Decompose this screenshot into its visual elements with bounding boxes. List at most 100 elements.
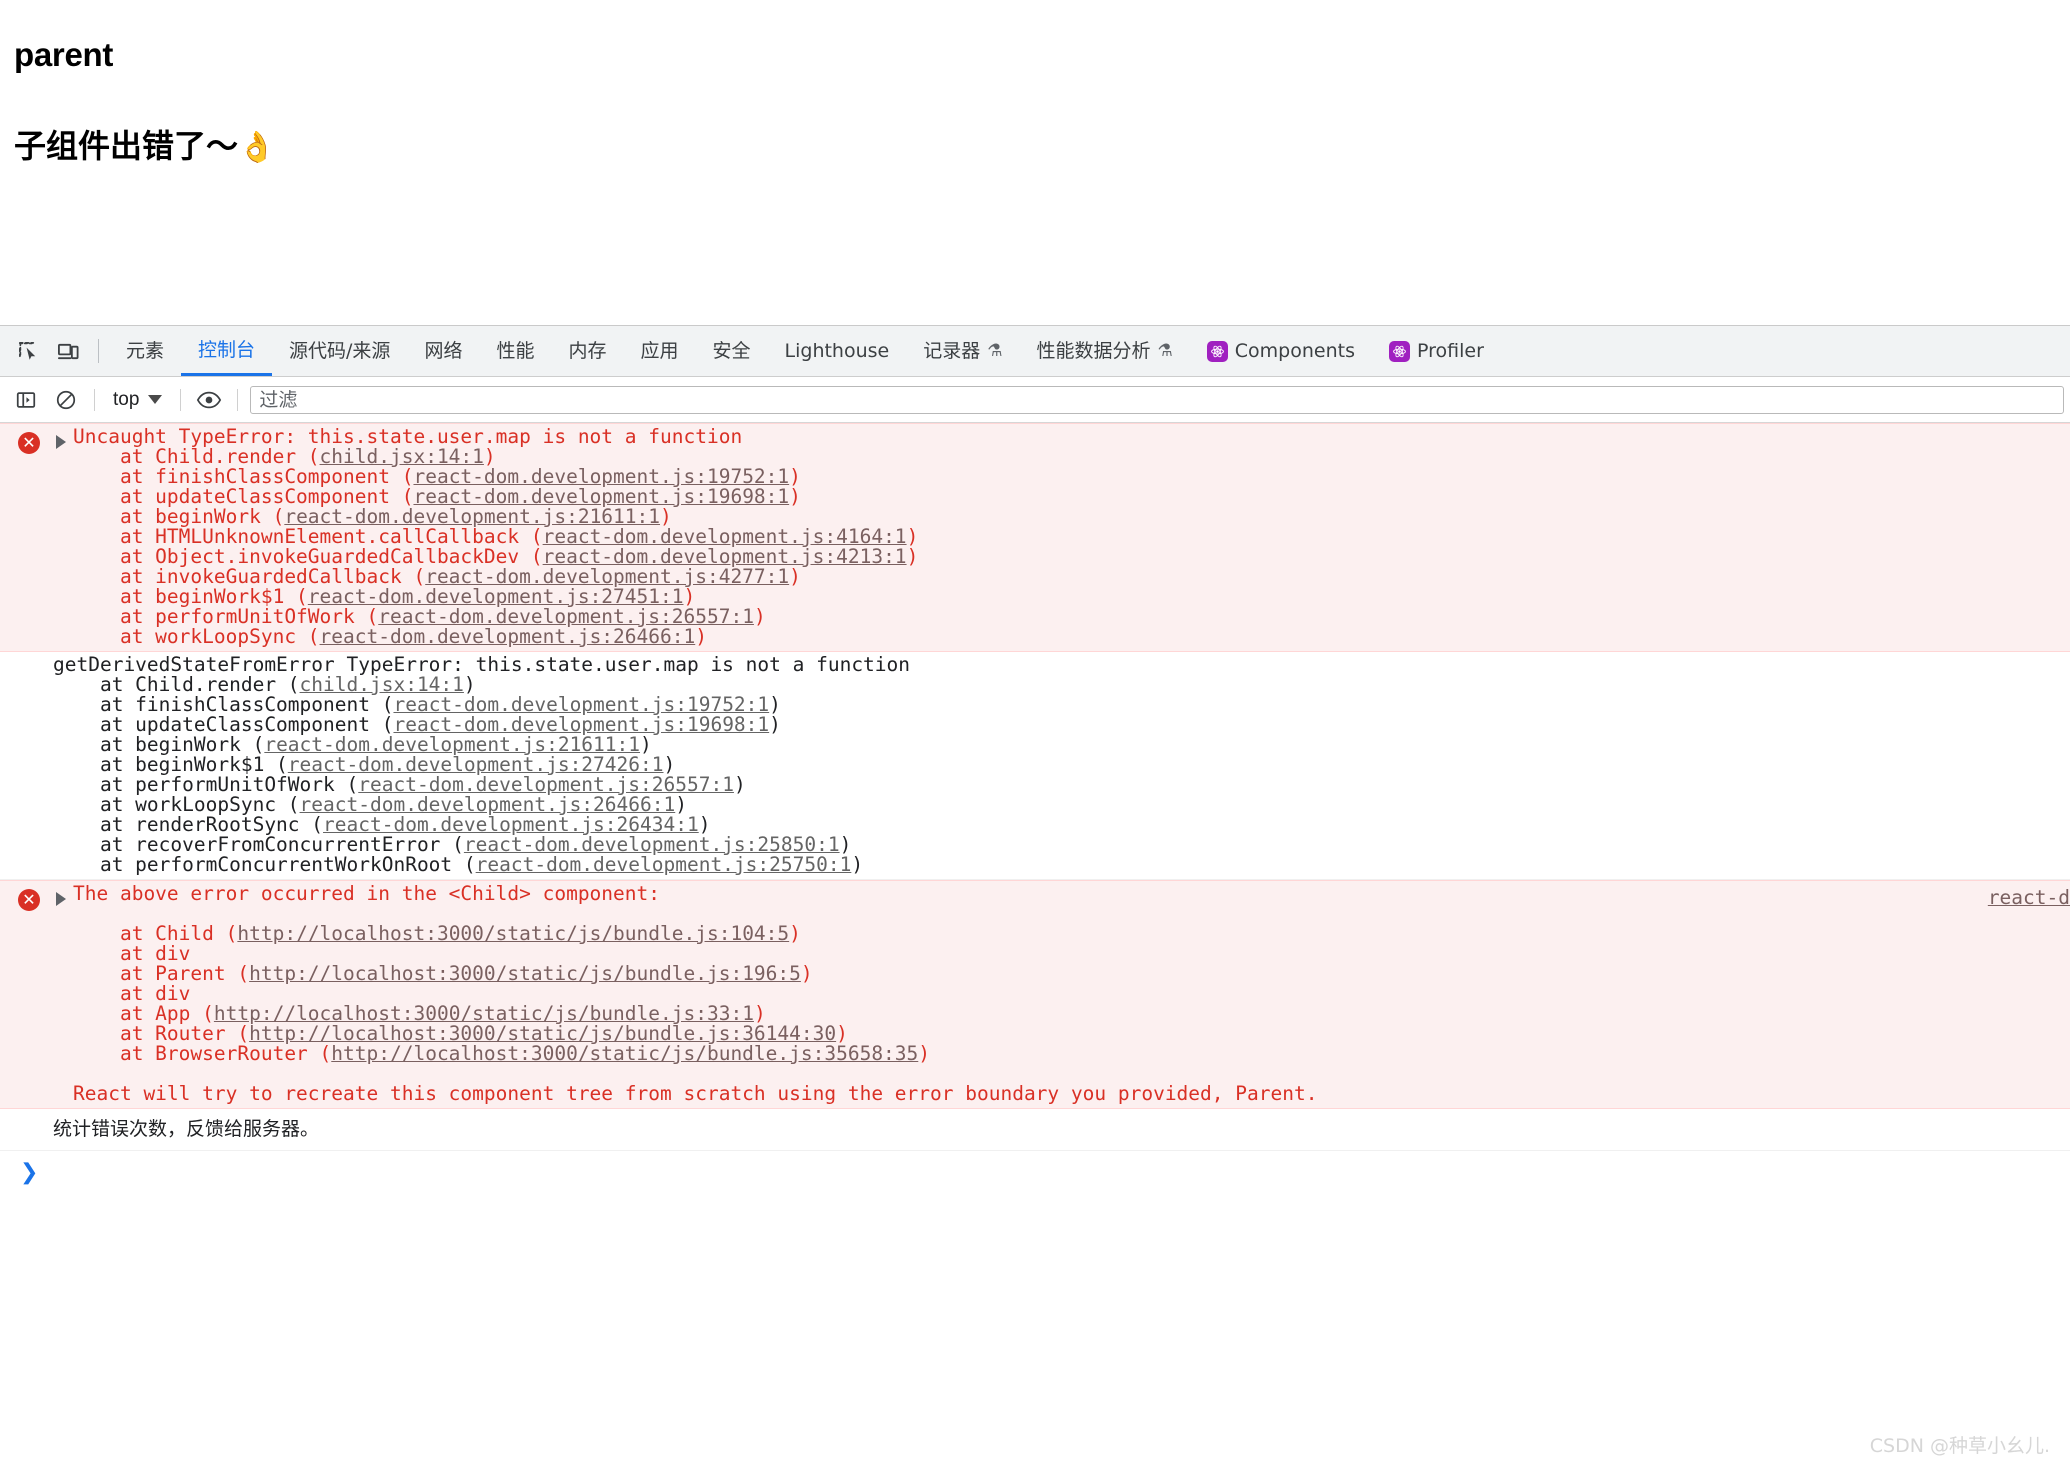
tab-application[interactable]: 应用 [623, 326, 695, 376]
react-logo-icon [1206, 340, 1228, 362]
message-body: Uncaught TypeError: this.state.user.map … [0, 427, 2070, 647]
devtools-panel: 元素 控制台 源代码/来源 网络 性能 内存 应用 安全 Lighthouse … [0, 325, 2070, 1470]
tab-label: Profiler [1416, 340, 1484, 362]
source-location-link[interactable]: http://localhost:3000/static/js/bundle.j… [249, 962, 801, 985]
stack-frame: at updateClassComponent (react-dom.devel… [73, 485, 801, 508]
stack-frame: at beginWork (react-dom.development.js:2… [73, 505, 672, 528]
source-location-link[interactable]: react-dom.development.js:25750:1 [476, 853, 852, 876]
toolbar-divider [237, 388, 239, 411]
flask-icon: ⚗ [987, 341, 1003, 361]
tab-sources[interactable]: 源代码/来源 [272, 326, 407, 376]
stack-frame: at performUnitOfWork (react-dom.developm… [53, 773, 746, 796]
execution-context-value: top [113, 388, 140, 410]
console-output[interactable]: ✕ Uncaught TypeError: this.state.user.map… [0, 423, 2070, 1470]
stack-frame: at performConcurrentWorkOnRoot (react-do… [53, 853, 864, 876]
console-message[interactable]: ✕ react-d The above error occurred in the … [0, 880, 2070, 1109]
expand-triangle-icon[interactable] [56, 435, 66, 449]
message-header: The above error occurred in the <Child> … [73, 882, 660, 905]
tab-label: 源代码/来源 [289, 340, 391, 362]
error-boundary-text: 子组件出错了～ [14, 127, 239, 165]
tab-memory[interactable]: 内存 [551, 326, 623, 376]
chevron-down-icon [148, 395, 163, 404]
error-boundary-message: 子组件出错了～👌 [14, 74, 2070, 167]
stack-frame: at finishClassComponent (react-dom.devel… [73, 465, 801, 488]
console-log-message[interactable]: 统计错误次数，反馈给服务器。 [0, 1109, 2070, 1151]
watermark: CSDN @种草小幺儿. [1869, 1435, 2050, 1457]
message-header: Uncaught TypeError: this.state.user.map … [73, 425, 743, 448]
tab-lighthouse[interactable]: Lighthouse [768, 326, 907, 376]
tab-security[interactable]: 安全 [696, 326, 768, 376]
tab-components[interactable]: Components [1190, 326, 1372, 376]
execution-context-selector[interactable]: top [103, 383, 172, 417]
console-prompt[interactable]: ❯ [0, 1151, 2070, 1185]
source-location-link[interactable]: http://localhost:3000/static/js/bundle.j… [237, 922, 789, 945]
tab-label: 网络 [424, 340, 463, 362]
tab-elements[interactable]: 元素 [109, 326, 181, 376]
toolbar-divider [94, 388, 95, 411]
error-icon: ✕ [18, 432, 40, 454]
console-sidebar-toggle-icon[interactable] [6, 380, 46, 420]
stack-frame: React will try to recreate this componen… [73, 1082, 1318, 1105]
message-header: getDerivedStateFromError TypeError: this… [53, 653, 911, 676]
tab-label: 内存 [568, 340, 607, 362]
error-icon: ✕ [18, 889, 40, 911]
stack-frame: at beginWork (react-dom.development.js:2… [53, 733, 652, 756]
stack-frame: at BrowserRouter (http://localhost:3000/… [73, 1042, 931, 1065]
tab-network[interactable]: 网络 [407, 326, 479, 376]
stack-frame: at Object.invokeGuardedCallbackDev (reac… [73, 545, 919, 568]
stack-frame: at div [73, 942, 191, 965]
tab-label: 安全 [712, 340, 751, 362]
stack-frame [73, 1064, 2060, 1084]
stack-frame: at updateClassComponent (react-dom.devel… [53, 713, 781, 736]
device-toolbar-icon[interactable] [48, 331, 88, 371]
tabbar-divider [98, 339, 99, 363]
stack-frame: at Router (http://localhost:3000/static/… [73, 1022, 848, 1045]
toolbar-divider [180, 388, 182, 411]
stack-frame: at workLoopSync (react-dom.development.j… [73, 625, 707, 648]
page-title: parent [14, 36, 114, 73]
react-logo-icon [1388, 340, 1410, 362]
source-location-link[interactable]: http://localhost:3000/static/js/bundle.j… [331, 1042, 918, 1065]
stack-frame: at beginWork$1 (react-dom.development.js… [53, 753, 676, 776]
stack-frame: at HTMLUnknownElement.callCallback (reac… [73, 525, 919, 548]
clear-console-icon[interactable] [46, 380, 86, 420]
stack-frame: at div [73, 982, 191, 1005]
flask-icon: ⚗ [1157, 341, 1173, 361]
live-expression-eye-icon[interactable] [189, 380, 229, 420]
tab-label: Lighthouse [784, 340, 890, 362]
tab-label: 元素 [126, 340, 165, 362]
devtools-tabbar: 元素 控制台 源代码/来源 网络 性能 内存 应用 安全 Lighthouse … [0, 326, 2070, 377]
stack-frame: at workLoopSync (react-dom.development.j… [53, 793, 687, 816]
tab-label: Components [1234, 340, 1355, 362]
tab-performance-insights[interactable]: 性能数据分析 ⚗ [1020, 326, 1190, 376]
tab-performance[interactable]: 性能 [479, 326, 551, 376]
tab-label: 应用 [640, 340, 679, 362]
message-body: getDerivedStateFromError TypeError: this… [0, 655, 2070, 875]
source-location-link[interactable]: react-dom.development.js:26466:1 [320, 625, 696, 648]
stack-frame: at renderRootSync (react-dom.development… [53, 813, 711, 836]
console-filter-input[interactable] [250, 385, 2064, 414]
prompt-chevron-icon: ❯ [20, 1160, 39, 1185]
console-toolbar: top [0, 377, 2070, 423]
inspect-element-icon[interactable] [8, 331, 48, 371]
stack-frame: at performUnitOfWork (react-dom.developm… [73, 605, 766, 628]
tab-label: 记录器 [923, 340, 981, 362]
tab-label: 性能 [496, 340, 535, 362]
tab-console[interactable]: 控制台 [181, 326, 273, 376]
log-text: 统计错误次数，反馈给服务器。 [53, 1118, 320, 1140]
tab-recorder[interactable]: 记录器 ⚗ [906, 326, 1019, 376]
tab-profiler[interactable]: Profiler [1372, 326, 1501, 376]
stack-frame: at Parent (http://localhost:3000/static/… [73, 962, 813, 985]
stack-frame: at App (http://localhost:3000/static/js/… [73, 1002, 766, 1025]
stack-frame [73, 904, 2060, 924]
stack-frame: at Child.render (child.jsx:14:1) [73, 445, 496, 468]
ok-hand-emoji-icon: 👌 [238, 130, 276, 165]
stack-frame: at Child.render (child.jsx:14:1) [53, 673, 476, 696]
stack-frame: at recoverFromConcurrentError (react-dom… [53, 833, 852, 856]
expand-triangle-icon[interactable] [56, 892, 66, 906]
tab-label: 控制台 [198, 338, 256, 361]
stack-frame: at finishClassComponent (react-dom.devel… [53, 693, 781, 716]
console-message[interactable]: ✕ Uncaught TypeError: this.state.user.map… [0, 423, 2070, 652]
console-message[interactable]: getDerivedStateFromError TypeError: this… [0, 652, 2070, 880]
message-source-link[interactable]: react-d [1988, 888, 2070, 908]
